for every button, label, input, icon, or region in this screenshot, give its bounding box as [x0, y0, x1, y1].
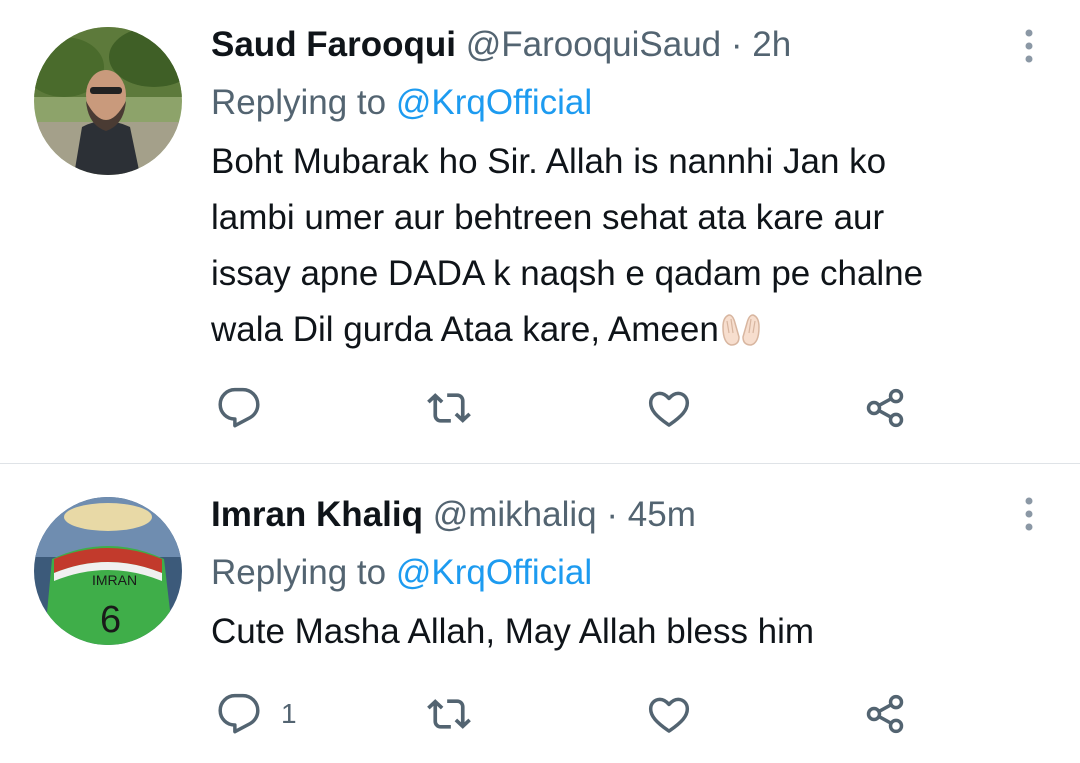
share-icon	[866, 694, 904, 734]
share-button[interactable]	[863, 689, 907, 739]
more-options-button[interactable]	[1022, 496, 1036, 532]
reply-count: 1	[281, 698, 297, 729]
user-handle[interactable]: @mikhaliq	[433, 495, 597, 534]
mention-link[interactable]: @KrqOfficial	[396, 553, 592, 592]
tweet-text-line: issay apne DADA k naqsh e qadam pe chaln…	[211, 254, 924, 293]
avatar-photo: IMRAN 6	[34, 497, 182, 645]
reply-button[interactable]: 1	[217, 689, 297, 739]
replying-to-label: Replying to	[211, 553, 396, 592]
retweet-button[interactable]	[427, 383, 491, 433]
retweet-button[interactable]	[427, 689, 491, 739]
tweet-content: Imran Khaliq @mikhaliq · 45m Replying to…	[211, 492, 1040, 660]
heart-icon	[648, 697, 690, 733]
more-options-button[interactable]	[1022, 28, 1036, 64]
replying-to: Replying to @KrqOfficial	[211, 80, 1040, 126]
user-handle[interactable]: @FarooquiSaud	[466, 25, 721, 64]
separator: ·	[606, 495, 619, 534]
heart-icon	[648, 391, 690, 427]
share-button[interactable]	[863, 383, 907, 433]
display-name[interactable]: Imran Khaliq	[211, 495, 423, 534]
tweet-header: Imran Khaliq @mikhaliq · 45m	[211, 492, 1040, 538]
replying-to: Replying to @KrqOfficial	[211, 550, 1040, 596]
tweet[interactable]: Saud Farooqui @FarooquiSaud · 2h Replyin…	[0, 0, 1080, 463]
retweet-icon	[427, 699, 471, 729]
tweet-text-line: wala Dil gurda Ataa kare, Ameen	[211, 310, 719, 349]
tweet-text-line: lambi umer aur behtreen sehat ata kare a…	[211, 198, 885, 237]
tweet-actions: 1	[211, 689, 931, 739]
more-vertical-icon	[1025, 29, 1033, 63]
avatar[interactable]: IMRAN 6	[34, 497, 182, 645]
mention-link[interactable]: @KrqOfficial	[396, 83, 592, 122]
reply-button[interactable]	[217, 383, 281, 433]
reply-icon	[218, 387, 260, 428]
tweet[interactable]: IMRAN 6 Imran Khaliq @mikhaliq · 45m Rep…	[0, 464, 1080, 763]
share-icon	[866, 388, 904, 428]
jersey-number-text: 6	[100, 599, 121, 641]
display-name[interactable]: Saud Farooqui	[211, 25, 456, 64]
timestamp[interactable]: 45m	[628, 495, 696, 534]
jersey-name-text: IMRAN	[92, 572, 137, 588]
more-vertical-icon	[1025, 497, 1033, 531]
tweet-text-line: Boht Mubarak ho Sir. Allah is nannhi Jan…	[211, 142, 887, 181]
tweet-text-line: Cute Masha Allah, May Allah bless him	[211, 612, 815, 651]
like-button[interactable]	[647, 689, 711, 739]
like-button[interactable]	[647, 383, 711, 433]
avatar[interactable]	[34, 27, 182, 175]
avatar-photo	[34, 27, 182, 175]
retweet-icon	[427, 393, 471, 423]
timestamp[interactable]: 2h	[752, 25, 791, 64]
reply-icon	[218, 693, 260, 734]
tweet-content: Saud Farooqui @FarooquiSaud · 2h Replyin…	[211, 22, 1040, 358]
tweet-actions	[211, 383, 931, 433]
tweet-text: Cute Masha Allah, May Allah bless him	[211, 604, 1040, 660]
palms-up-emoji-icon	[722, 314, 760, 346]
replying-to-label: Replying to	[211, 83, 396, 122]
tweet-text: Boht Mubarak ho Sir. Allah is nannhi Jan…	[211, 134, 1040, 358]
tweet-header: Saud Farooqui @FarooquiSaud · 2h	[211, 22, 1040, 68]
separator: ·	[730, 25, 743, 64]
tweet-text-last-line: wala Dil gurda Ataa kare, Ameen	[211, 302, 1040, 358]
